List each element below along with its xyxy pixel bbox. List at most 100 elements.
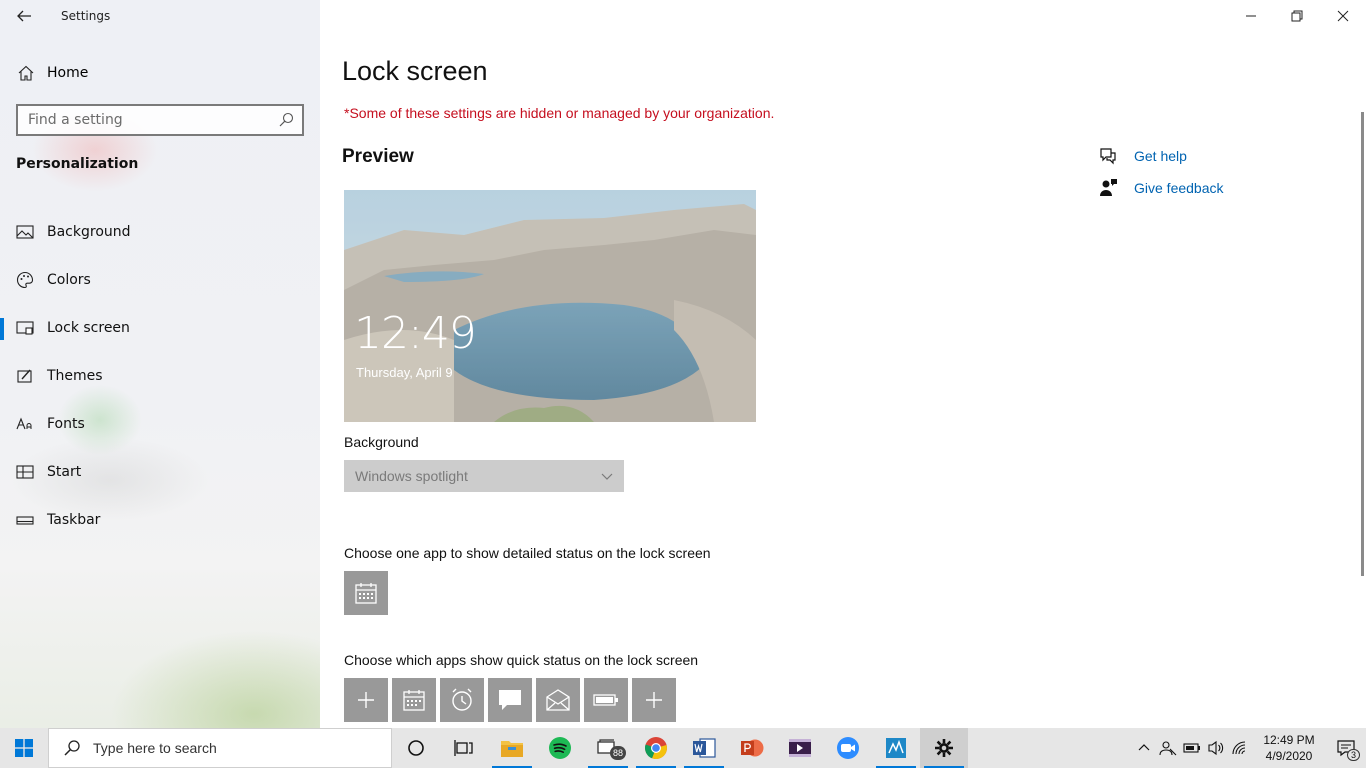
battery-icon <box>1183 743 1200 753</box>
notification-count: 3 <box>1346 749 1360 761</box>
taskbar-cortana[interactable] <box>392 728 440 768</box>
show-hidden-icons-button[interactable] <box>1132 728 1156 768</box>
volume-icon <box>1208 740 1224 756</box>
sidebar-item-label: Lock screen <box>47 320 130 336</box>
zoom-icon <box>837 737 859 759</box>
mail-icon <box>546 689 570 711</box>
tray-people[interactable] <box>1156 728 1180 768</box>
search-input[interactable] <box>28 112 268 128</box>
detailed-status-app-button[interactable] <box>344 571 388 615</box>
nav-home[interactable]: Home <box>16 60 88 86</box>
settings-icon <box>935 739 953 757</box>
give-feedback-link[interactable]: Give feedback <box>1098 172 1224 204</box>
home-icon <box>16 63 36 83</box>
sidebar-background-decoration <box>110 630 320 728</box>
background-dropdown[interactable]: Windows spotlight <box>344 460 624 492</box>
start-layout-icon <box>16 463 34 481</box>
quick-status-alarms[interactable] <box>440 678 484 722</box>
sidebar-item-label: Start <box>47 464 82 480</box>
taskbar-app[interactable] <box>872 728 920 768</box>
task-view-icon <box>454 740 473 756</box>
preview-heading: Preview <box>342 146 414 167</box>
app-badge-count: 88 <box>610 746 627 760</box>
tray-network[interactable] <box>1228 728 1252 768</box>
taskbar-zoom[interactable] <box>824 728 872 768</box>
lock-screen-preview: 12:49 Thursday, April 9 <box>344 190 756 422</box>
preview-time: 12:49 <box>354 308 477 359</box>
sidebar-item-lock-screen[interactable]: Lock screen <box>0 304 320 352</box>
taskbar-icon <box>16 511 34 529</box>
clock-date: 4/9/2020 <box>1265 749 1313 763</box>
sidebar-item-background[interactable]: Background <box>0 208 320 256</box>
taskbar-file-explorer[interactable] <box>488 728 536 768</box>
related-links: Get help Give feedback <box>1098 140 1224 204</box>
vertical-scrollbar[interactable] <box>1361 112 1364 576</box>
taskbar-task-view[interactable] <box>440 728 488 768</box>
tray-battery[interactable] <box>1180 728 1204 768</box>
nav-home-label: Home <box>47 65 89 81</box>
tray-volume[interactable] <box>1204 728 1228 768</box>
app-title: Settings <box>61 9 111 23</box>
search-icon[interactable] <box>278 112 294 128</box>
sidebar-item-colors[interactable]: Colors <box>0 256 320 304</box>
clock-time: 12:49 PM <box>1263 733 1315 747</box>
start-button[interactable] <box>0 728 48 768</box>
sidebar-item-label: Taskbar <box>47 512 101 528</box>
taskbar-clock[interactable]: 12:49 PM 4/9/2020 <box>1252 732 1326 764</box>
chrome-icon <box>645 737 667 760</box>
video-editor-icon <box>789 739 811 757</box>
app-icon <box>886 738 906 758</box>
word-icon <box>693 738 716 758</box>
quick-status-calendar[interactable] <box>392 678 436 722</box>
file-explorer-icon <box>501 741 523 757</box>
sidebar-item-start[interactable]: Start <box>0 448 320 496</box>
calendar-icon <box>355 583 377 604</box>
taskbar-powerpoint[interactable] <box>728 728 776 768</box>
search-icon <box>63 739 83 757</box>
restore-button[interactable] <box>1274 0 1320 32</box>
minimize-icon <box>1246 15 1256 17</box>
quick-status-messaging[interactable] <box>488 678 532 722</box>
minimize-button[interactable] <box>1228 0 1274 32</box>
background-label: Background <box>344 434 419 450</box>
taskbar-word[interactable] <box>680 728 728 768</box>
sidebar-item-label: Colors <box>47 272 91 288</box>
font-icon <box>16 415 34 433</box>
quick-status-add-button[interactable] <box>632 678 676 722</box>
sidebar-item-themes[interactable]: Themes <box>0 352 320 400</box>
quick-status-battery[interactable] <box>584 678 628 722</box>
taskbar-search-box[interactable]: Type here to search <box>48 728 392 768</box>
action-center-button[interactable]: 3 <box>1326 728 1366 768</box>
nav-list: Background Colors Lock screen Themes Fon… <box>0 208 320 544</box>
sidebar: Settings Home Personalization Background… <box>0 0 320 728</box>
quick-status-add-button[interactable] <box>344 678 388 722</box>
taskbar-app-with-badge[interactable]: 88 <box>584 728 632 768</box>
quick-status-apps <box>344 678 680 722</box>
get-help-label: Get help <box>1134 148 1187 164</box>
system-tray: 12:49 PM 4/9/2020 3 <box>1132 728 1366 768</box>
add-icon <box>358 692 374 708</box>
battery-icon <box>593 694 618 706</box>
main-content: Lock screen *Some of these settings are … <box>320 0 1366 728</box>
taskbar-chrome[interactable] <box>632 728 680 768</box>
taskbar-search-placeholder: Type here to search <box>93 740 217 756</box>
find-setting-search[interactable] <box>16 104 304 136</box>
sidebar-item-fonts[interactable]: Fonts <box>0 400 320 448</box>
chevron-down-icon <box>600 469 614 483</box>
detailed-status-label: Choose one app to show detailed status o… <box>344 545 711 561</box>
window-controls <box>1228 0 1366 32</box>
sidebar-item-taskbar[interactable]: Taskbar <box>0 496 320 544</box>
taskbar-video-editor[interactable] <box>776 728 824 768</box>
get-help-link[interactable]: Get help <box>1098 140 1224 172</box>
sidebar-item-label: Themes <box>47 368 103 384</box>
preview-date: Thursday, April 9 <box>356 365 453 380</box>
close-button[interactable] <box>1320 0 1366 32</box>
quick-status-mail[interactable] <box>536 678 580 722</box>
quick-status-label: Choose which apps show quick status on t… <box>344 652 699 668</box>
people-icon <box>1159 741 1177 756</box>
taskbar-spotify[interactable] <box>536 728 584 768</box>
cortana-icon <box>408 740 424 756</box>
back-button[interactable] <box>12 4 36 28</box>
taskbar-settings[interactable] <box>920 728 968 768</box>
back-arrow-icon <box>17 10 31 22</box>
